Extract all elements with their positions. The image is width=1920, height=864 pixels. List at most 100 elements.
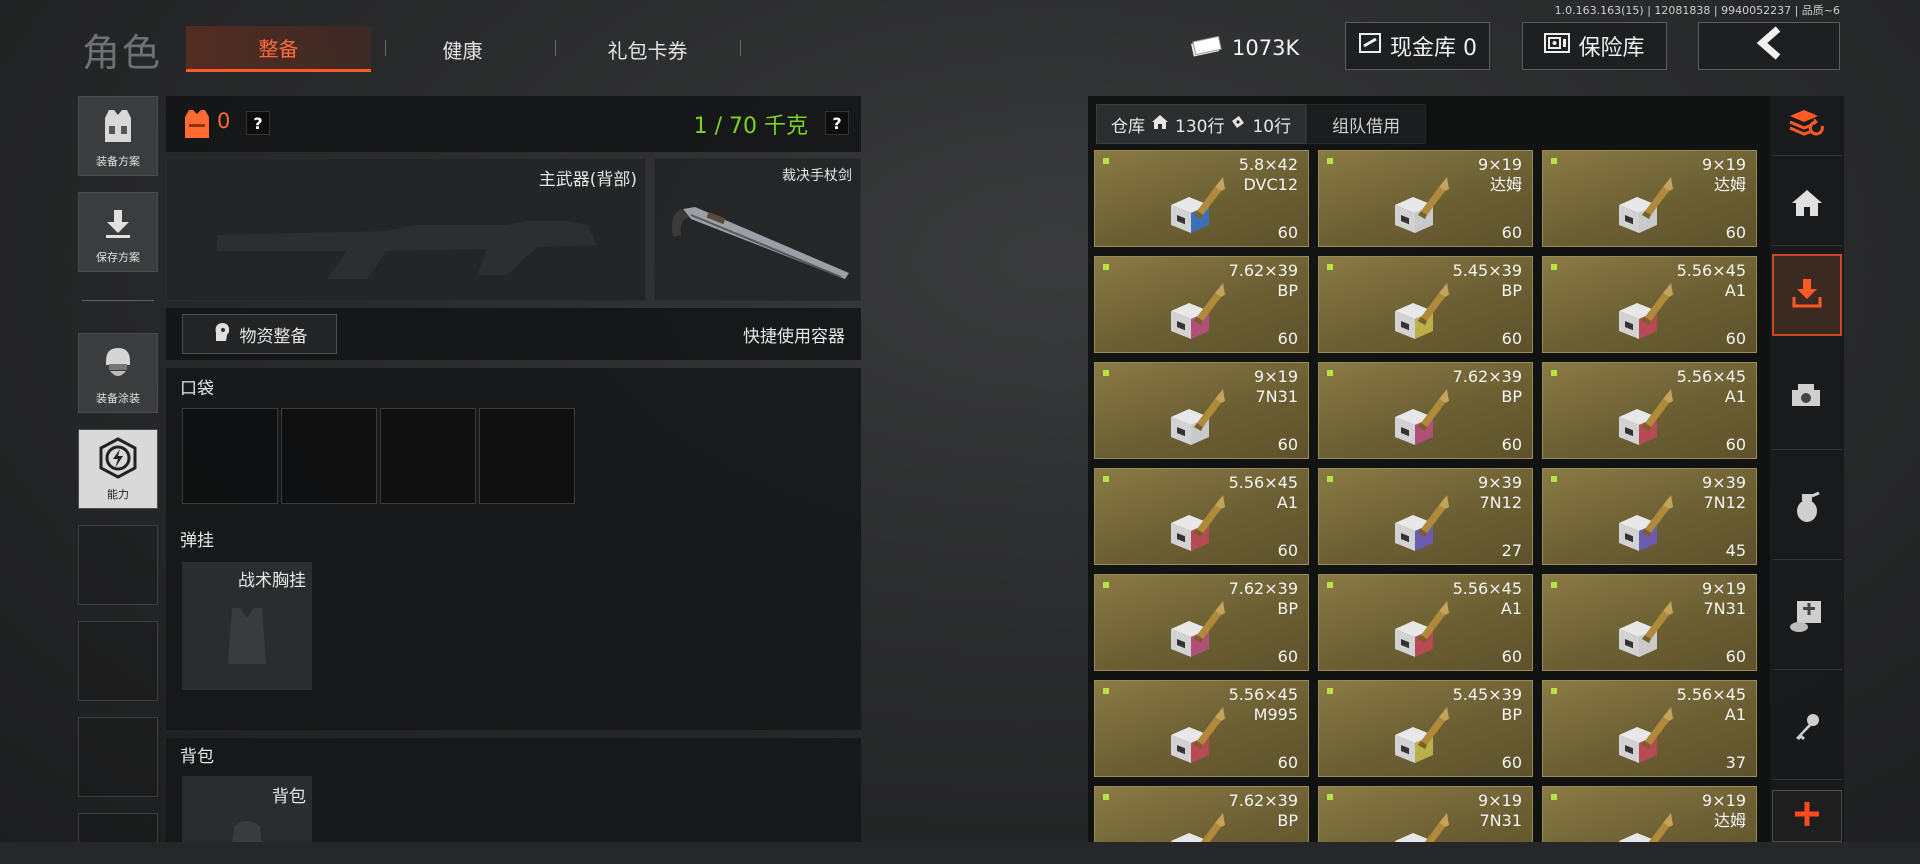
- melee-weapon-slot[interactable]: 裁决手杖剑: [654, 158, 861, 301]
- ammo-item-cell[interactable]: 5.8×42 DVC12 60: [1094, 150, 1309, 247]
- rig-section-label: 弹挂: [180, 531, 214, 551]
- tab-separator: [740, 40, 741, 56]
- rail-throwables-button[interactable]: [1772, 458, 1842, 560]
- ammo-box-icon: [1167, 595, 1237, 669]
- ammo-caliber: 9×19: [1702, 155, 1746, 174]
- ammo-caliber: 7.62×39: [1228, 261, 1298, 280]
- ammo-type: A1: [1724, 705, 1746, 724]
- ammo-caliber: 5.56×45: [1228, 473, 1298, 492]
- vest-icon: [101, 108, 135, 147]
- ammo-item-cell[interactable]: 5.56×45 M995 60: [1094, 680, 1309, 777]
- pocket-slot[interactable]: [182, 408, 278, 504]
- new-item-marker: [1327, 794, 1333, 800]
- safe-vault-label: 保险库: [1578, 36, 1645, 61]
- tab-health[interactable]: 健康: [400, 26, 525, 72]
- help-icon[interactable]: ?: [246, 111, 270, 135]
- ammo-type: 7N31: [1255, 387, 1298, 406]
- ammo-quantity: 60: [1277, 753, 1298, 772]
- ammo-quantity: 60: [1277, 223, 1298, 242]
- ammo-caliber: 5.45×39: [1452, 261, 1522, 280]
- ticket-icon: [1230, 114, 1246, 134]
- quick-use-container-label[interactable]: 快捷使用容器: [743, 322, 845, 347]
- ammo-item-cell[interactable]: 9×39 7N12 45: [1542, 468, 1757, 565]
- ammo-caliber: 5.56×45: [1676, 685, 1746, 704]
- pocket-slot[interactable]: [479, 408, 575, 504]
- ammo-caliber: 5.45×39: [1452, 685, 1522, 704]
- ammo-item-cell[interactable]: 9×19 达姆 60: [1318, 150, 1533, 247]
- safe-vault-button[interactable]: 保险库: [1522, 22, 1667, 70]
- ammo-item-cell[interactable]: 5.56×45 A1 60: [1094, 468, 1309, 565]
- rail-medical-button[interactable]: [1772, 568, 1842, 670]
- ammo-item-cell[interactable]: 7.62×39 BP 60: [1094, 256, 1309, 353]
- weight-help-icon[interactable]: ?: [825, 111, 849, 135]
- rail-attachments-button[interactable]: [1772, 348, 1842, 450]
- ammo-quantity: 60: [1501, 435, 1522, 454]
- ammo-item-cell[interactable]: 9×19 7N31 60: [1542, 574, 1757, 671]
- ammo-type: A1: [1276, 493, 1298, 512]
- ammo-quantity: 60: [1277, 647, 1298, 666]
- ammo-caliber-block: 9×39 7N12: [1702, 473, 1746, 513]
- pocket-slot[interactable]: [380, 408, 476, 504]
- cash-vault-icon: [1358, 31, 1382, 61]
- ammo-caliber: 9×19: [1478, 155, 1522, 174]
- sight-icon: [1790, 382, 1824, 416]
- sidebar-item-label: 装备方案: [96, 155, 140, 168]
- new-item-marker: [1327, 476, 1333, 482]
- ammo-caliber-block: 5.56×45 A1: [1677, 261, 1746, 301]
- ammo-item-cell[interactable]: 9×19 达姆 60: [1542, 150, 1757, 247]
- ammo-type: BP: [1277, 281, 1298, 300]
- ammo-caliber-block: 5.56×45 A1: [1453, 579, 1522, 619]
- rail-quick-stash-button[interactable]: [1772, 254, 1842, 336]
- ammo-caliber: 5.56×45: [1676, 261, 1746, 280]
- ammo-caliber-block: 5.45×39 BP: [1453, 685, 1522, 725]
- rail-keys-button[interactable]: [1772, 678, 1842, 780]
- ammo-caliber-block: 5.56×45 A1: [1677, 367, 1746, 407]
- warehouse-rows-count: 130行: [1175, 116, 1225, 137]
- new-item-marker: [1327, 370, 1333, 376]
- sort-refresh-button[interactable]: [1772, 96, 1842, 156]
- ammo-item-cell[interactable]: 5.56×45 A1 37: [1542, 680, 1757, 777]
- grenade-icon: [1793, 490, 1821, 528]
- ability-button[interactable]: 能力: [78, 429, 158, 509]
- new-item-marker: [1327, 688, 1333, 694]
- chest-rig-slot[interactable]: 战术胸挂: [182, 562, 312, 690]
- pocket-slot[interactable]: [281, 408, 377, 504]
- new-item-marker: [1103, 582, 1109, 588]
- ammo-item-cell[interactable]: 7.62×39 BP 60: [1094, 574, 1309, 671]
- ammo-type: 7N12: [1479, 493, 1522, 512]
- cash-vault-button[interactable]: 现金库 0: [1345, 22, 1490, 70]
- ammo-item-cell[interactable]: 5.45×39 BP 60: [1318, 680, 1533, 777]
- ammo-item-cell[interactable]: 9×19 7N31 60: [1094, 362, 1309, 459]
- ammo-item-cell[interactable]: 5.56×45 A1 60: [1318, 574, 1533, 671]
- ammo-caliber-block: 5.56×45 A1: [1677, 685, 1746, 725]
- primary-weapon-slot[interactable]: 主武器(背部): [166, 158, 646, 301]
- new-item-marker: [1327, 264, 1333, 270]
- sidebar-divider: [82, 300, 154, 301]
- ammo-caliber-block: 7.62×39 BP: [1229, 261, 1298, 301]
- tab-team-borrow[interactable]: 组队借用: [1306, 104, 1427, 144]
- ammo-item-cell[interactable]: 7.62×39 BP 60: [1318, 362, 1533, 459]
- tab-separator: [555, 40, 556, 56]
- tab-warehouse[interactable]: 仓库 130行 10行: [1096, 104, 1307, 144]
- save-plan-button[interactable]: 保存方案: [78, 192, 158, 272]
- ammo-caliber-block: 9×19 达姆: [1702, 155, 1746, 195]
- ammo-item-cell[interactable]: 5.45×39 BP 60: [1318, 256, 1533, 353]
- equipment-skin-button[interactable]: 装备涂装: [78, 333, 158, 413]
- ammo-quantity: 60: [1501, 329, 1522, 348]
- loadout-plan-button[interactable]: 装备方案: [78, 96, 158, 176]
- tab-equip[interactable]: 整备: [186, 26, 371, 72]
- ammo-caliber-block: 7.62×39 BP: [1229, 791, 1298, 831]
- warehouse-tabs: 仓库 130行 10行 组队借用: [1096, 104, 1427, 144]
- ammo-item-cell[interactable]: 5.56×45 A1 60: [1542, 362, 1757, 459]
- ammo-item-cell[interactable]: 5.56×45 A1 60: [1542, 256, 1757, 353]
- download-tray-icon: [1791, 277, 1823, 313]
- empty-sidebar-slot: [78, 717, 158, 797]
- supply-preparation-button[interactable]: 物资整备: [182, 314, 337, 354]
- ammo-caliber-block: 9×19 达姆: [1478, 155, 1522, 195]
- tab-gift-coupons[interactable]: 礼包卡券: [570, 26, 725, 72]
- ammo-item-cell[interactable]: 9×39 7N12 27: [1318, 468, 1533, 565]
- rail-home-button[interactable]: [1772, 164, 1842, 246]
- ammo-box-icon: [1391, 171, 1461, 245]
- add-button[interactable]: [1772, 790, 1842, 842]
- back-button[interactable]: [1698, 22, 1840, 70]
